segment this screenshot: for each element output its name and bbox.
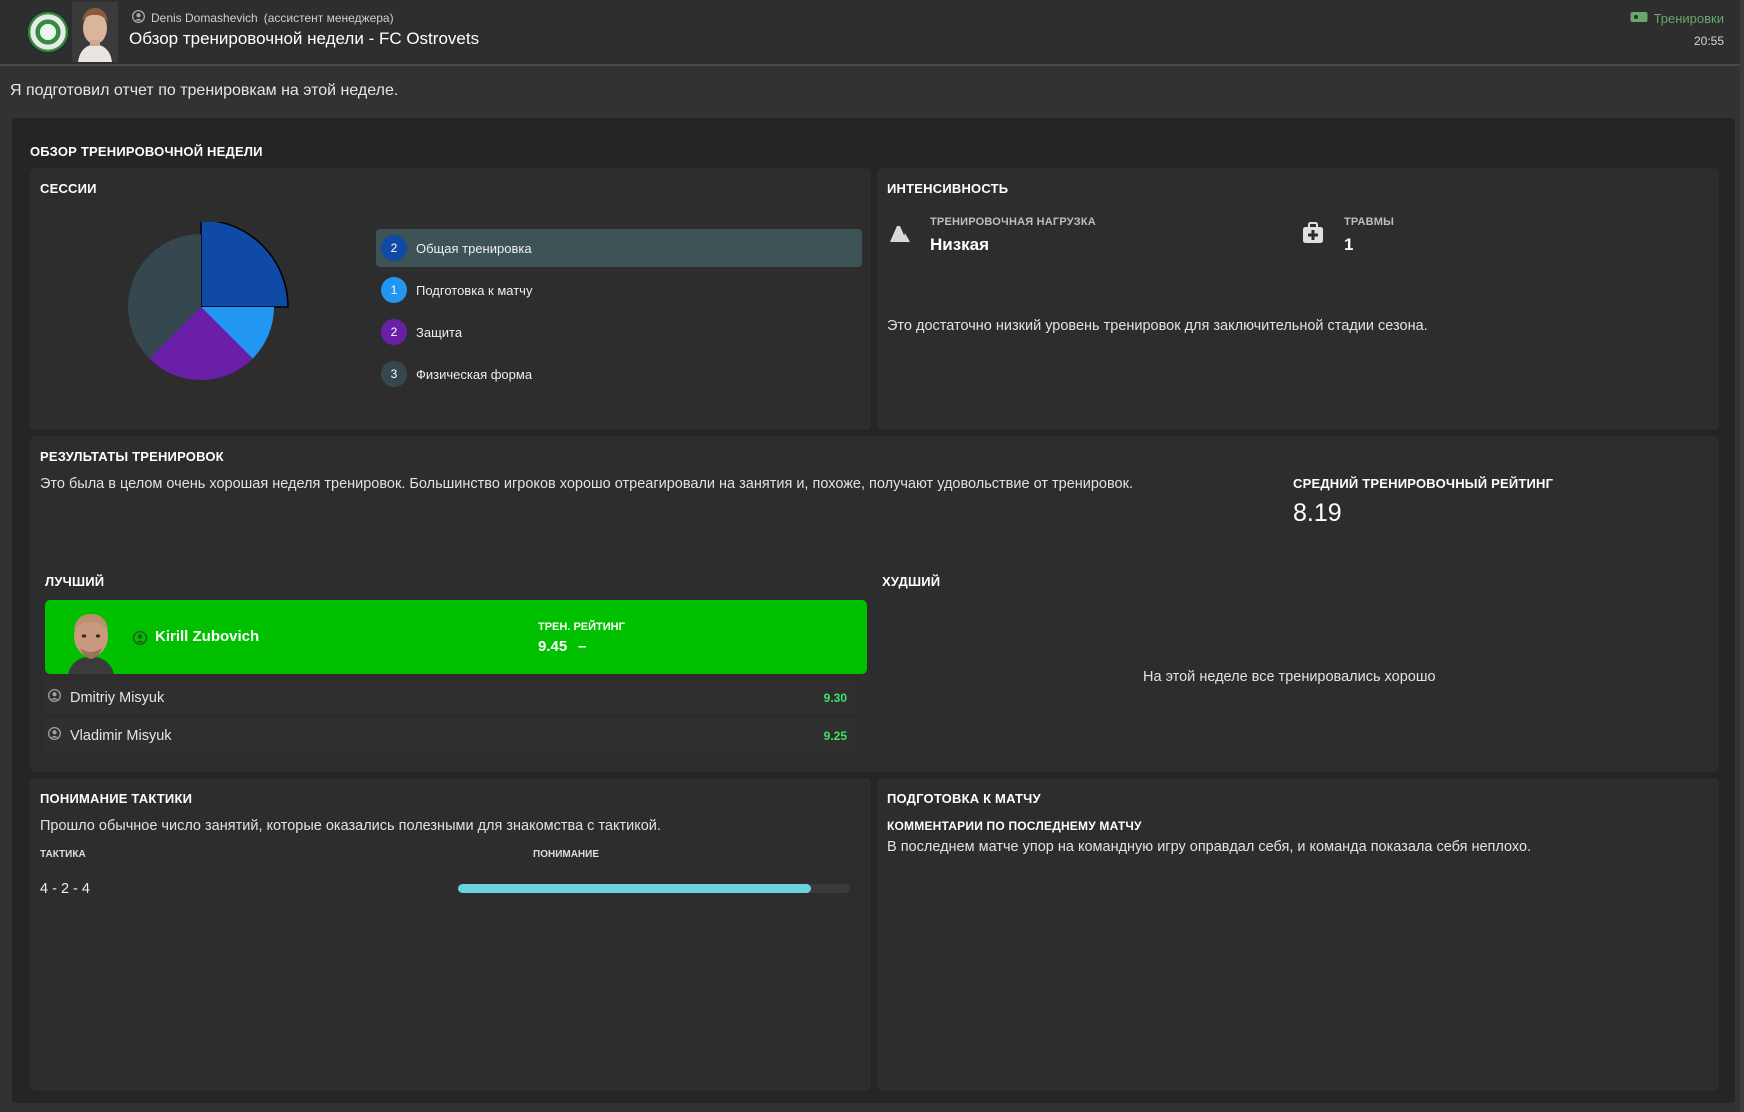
club-badge-icon[interactable] [28, 12, 68, 52]
legend-count-badge: 2 [381, 235, 407, 261]
worst-empty-text: На этой неделе все тренировались хорошо [1143, 669, 1436, 685]
legend-count-badge: 3 [381, 361, 407, 387]
legend-count-badge: 1 [381, 277, 407, 303]
report-title: ОБЗОР ТРЕНИРОВОЧНОЙ НЕДЕЛИ [30, 144, 263, 159]
legend-label: Защита [416, 324, 463, 340]
sender-name[interactable]: Denis Domashevich [151, 11, 258, 25]
player-row[interactable]: Dmitriy Misyuk 9.30 [45, 680, 855, 716]
intensity-comment: Это достаточно низкий уровень тренировок… [887, 318, 1428, 334]
best-title: ЛУЧШИЙ [45, 574, 105, 589]
legend-count-badge: 2 [381, 319, 407, 345]
results-title: РЕЗУЛЬТАТЫ ТРЕНИРОВОК [40, 449, 224, 464]
person-icon [47, 688, 62, 707]
intensity-title: ИНТЕНСИВНОСТЬ [887, 181, 1009, 196]
last-match-comments-title: КОММЕНТАРИИ ПО ПОСЛЕДНЕМУ МАТЧУ [887, 819, 1142, 833]
legend-item-general-training[interactable]: 2 Общая тренировка [376, 229, 862, 267]
page-title: Обзор тренировочной недели - FC Ostrovet… [129, 29, 480, 48]
best-player-name[interactable]: Kirill Zubovich [155, 628, 259, 645]
player-name[interactable]: Vladimir Misyuk [70, 728, 172, 744]
avg-rating-label: СРЕДНИЙ ТРЕНИРОВОЧНЫЙ РЕЙТИНГ [1293, 476, 1554, 491]
medical-kit-icon [1302, 222, 1324, 249]
pie-slice[interactable] [200, 222, 289, 308]
results-text: Это была в целом очень хорошая неделя тр… [40, 476, 1133, 492]
last-match-comments-text: В последнем матче упор на командную игру… [887, 839, 1532, 855]
player-rating: 9.30 [823, 690, 847, 705]
person-icon [47, 726, 62, 745]
legend-item-match-prep[interactable]: 1 Подготовка к матчу [376, 271, 862, 309]
sender-role: (ассистент менеджера) [263, 11, 394, 25]
training-load-label: ТРЕНИРОВОЧНАЯ НАГРУЗКА [930, 216, 1096, 228]
intensity-card [877, 168, 1719, 430]
legend-item-fitness[interactable]: 3 Физическая форма [376, 355, 862, 393]
sessions-legend: 2 Общая тренировка 1 Подготовка к матчу … [376, 229, 862, 393]
topic-tag-label: Тренировки [1653, 11, 1724, 26]
legend-label: Подготовка к матчу [416, 282, 533, 298]
staff-avatar[interactable] [72, 2, 118, 62]
tactic-formation[interactable]: 4 - 2 - 4 [40, 881, 90, 897]
player-name[interactable]: Dmitriy Misyuk [70, 690, 164, 706]
weight-icon [888, 222, 912, 249]
tactics-title: ПОНИМАНИЕ ТАКТИКИ [40, 791, 193, 806]
person-icon [132, 630, 148, 650]
message-time: 20:55 [1693, 34, 1724, 48]
sender-line: Denis Domashevich (ассистент менеджера) [131, 9, 394, 26]
understanding-bar-fill [458, 884, 811, 893]
ticket-icon [1630, 11, 1648, 26]
injuries-value: 1 [1344, 235, 1354, 254]
legend-label: Физическая форма [416, 366, 533, 382]
tactics-text: Прошло обычное число занятий, которые ок… [40, 818, 661, 834]
best-player-rating-label: ТРЕН. РЕЙТИНГ [538, 621, 625, 633]
match-prep-title: ПОДГОТОВКА К МАТЧУ [887, 791, 1041, 806]
legend-label: Общая тренировка [416, 240, 532, 256]
best-player-rating: 9.45 [538, 638, 568, 655]
player-rating: 9.25 [823, 728, 847, 743]
tactic-column-header: ТАКТИКА [40, 849, 86, 860]
intro-text: Я подготовил отчет по тренировкам на это… [10, 82, 399, 99]
player-row[interactable]: Vladimir Misyuk 9.25 [45, 718, 855, 754]
sessions-pie-chart [128, 222, 289, 380]
scrollbar[interactable] [1740, 0, 1744, 1112]
avg-rating-value: 8.19 [1293, 499, 1342, 527]
injuries-label: ТРАВМЫ [1344, 216, 1395, 228]
rating-trend-icon: – [578, 638, 587, 655]
legend-item-defending[interactable]: 2 Защита [376, 313, 862, 351]
worst-title: ХУДШИЙ [882, 574, 941, 589]
training-load-value: Низкая [930, 235, 990, 254]
best-player-avatar[interactable] [62, 606, 120, 674]
topic-tag[interactable]: Тренировки [1630, 11, 1724, 26]
person-icon [131, 9, 146, 26]
understanding-column-header: ПОНИМАНИЕ [533, 849, 600, 860]
sessions-title: СЕССИИ [40, 181, 97, 196]
